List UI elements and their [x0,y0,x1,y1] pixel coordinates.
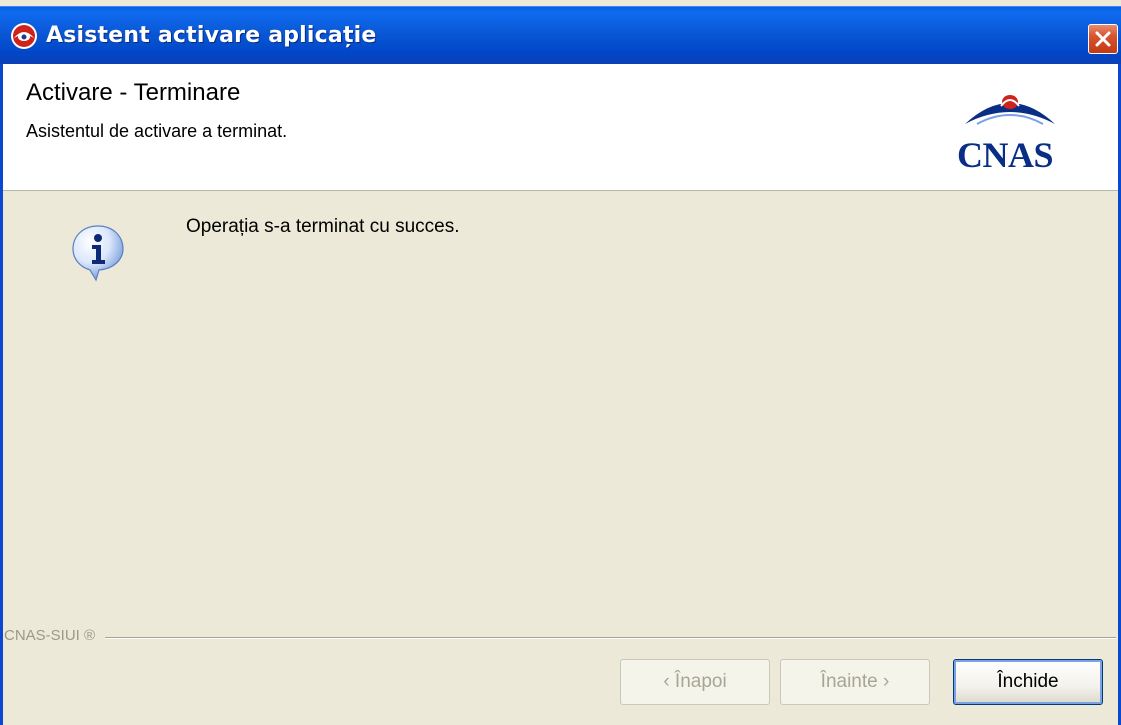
cnas-logo: CNAS [925,74,1095,175]
info-icon [72,225,124,282]
close-window-button[interactable] [1088,24,1118,54]
wizard-header: Activare - Terminare Asistentul de activ… [3,64,1118,191]
close-icon [1095,31,1111,47]
window-title: Asistent activare aplicație [46,23,377,48]
logo-text: CNAS [956,135,1054,175]
back-button[interactable]: ‹ Înapoi [620,659,770,705]
close-button[interactable]: Închide [953,659,1103,705]
footer-brand: CNAS-SIUI ® [4,627,106,644]
success-message: Operația s-a terminat cu succes. [186,216,460,237]
activation-wizard-window: Asistent activare aplicație Activare - T… [0,0,1121,725]
page-subtitle: Asistentul de activare a terminat. [26,121,288,141]
footer-separator [4,637,1116,639]
app-icon [11,23,37,49]
page-title: Activare - Terminare [26,79,241,106]
next-button[interactable]: Înainte › [780,659,930,705]
title-bar[interactable]: Asistent activare aplicație [0,6,1121,64]
